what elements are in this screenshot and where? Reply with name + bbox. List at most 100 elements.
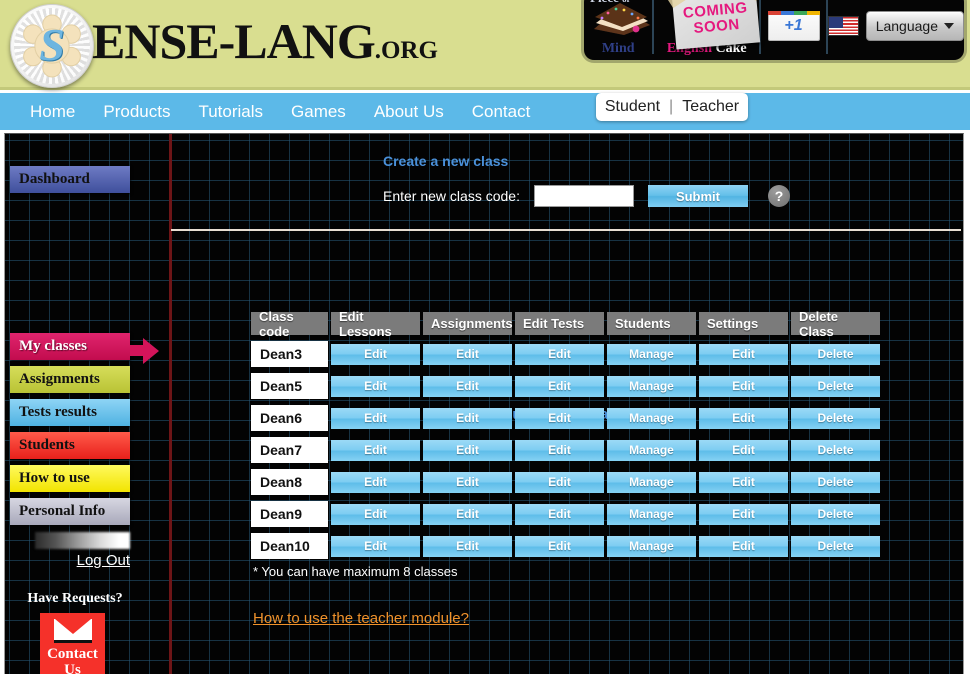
table-row: Dean9EditEditEditManageEditDelete xyxy=(251,501,880,527)
piece-of-mind-item[interactable]: Piece of Mind xyxy=(584,0,652,60)
button-settings[interactable]: Edit xyxy=(699,504,788,525)
button-edit-tests[interactable]: Edit xyxy=(515,344,604,365)
button-assignments[interactable]: Edit xyxy=(423,440,512,461)
language-button[interactable]: Language xyxy=(866,11,964,41)
sidebar-item-personal-info[interactable]: Personal Info xyxy=(10,498,130,525)
us-flag-icon xyxy=(828,16,859,36)
plusone-stripe-icon xyxy=(768,11,820,15)
site-logo[interactable]: S ENSE-LANG.ORG xyxy=(8,2,438,90)
table-row: Dean3EditEditEditManageEditDelete xyxy=(251,341,880,367)
button-edit-lessons[interactable]: Edit xyxy=(331,376,420,397)
sidebar: Dashboard My classes Assignments Tests r… xyxy=(5,134,169,674)
promo-panel: Piece of Mind Piece COMING SOON English … xyxy=(584,0,964,60)
nav-item-products[interactable]: Products xyxy=(89,93,184,130)
button-assignments[interactable]: Edit xyxy=(423,536,512,557)
button-edit-lessons[interactable]: Edit xyxy=(331,440,420,461)
button-edit-tests[interactable]: Edit xyxy=(515,472,604,493)
button-edit-tests[interactable]: Edit xyxy=(515,376,604,397)
button-edit-lessons[interactable]: Edit xyxy=(331,344,420,365)
button-settings[interactable]: Edit xyxy=(699,408,788,429)
class-code-input[interactable] xyxy=(534,185,634,207)
sidebar-item-students[interactable]: Students xyxy=(10,432,130,459)
button-settings[interactable]: Edit xyxy=(699,440,788,461)
button-students[interactable]: Manage xyxy=(607,472,696,493)
button-edit-tests[interactable]: Edit xyxy=(515,504,604,525)
button-students[interactable]: Manage xyxy=(607,440,696,461)
button-students[interactable]: Manage xyxy=(607,504,696,525)
sidebar-item-how-to-use[interactable]: How to use xyxy=(10,465,130,492)
button-edit-lessons[interactable]: Edit xyxy=(331,536,420,557)
teacher-module-help-link[interactable]: How to use the teacher module? xyxy=(253,610,469,627)
button-assignments[interactable]: Edit xyxy=(423,504,512,525)
main-panel: Create a new class Enter new class code:… xyxy=(171,134,964,674)
max-classes-note: * You can have maximum 8 classes xyxy=(253,564,458,579)
nav-item-contact[interactable]: Contact xyxy=(458,93,545,130)
button-assignments[interactable]: Edit xyxy=(423,472,512,493)
button-students[interactable]: Manage xyxy=(607,376,696,397)
table-row: Dean5EditEditEditManageEditDelete xyxy=(251,373,880,399)
toggle-teacher[interactable]: Teacher xyxy=(682,98,739,116)
cell-class-code: Dean7 xyxy=(251,437,328,463)
student-teacher-toggle[interactable]: Student | Teacher xyxy=(596,93,748,121)
button-settings[interactable]: Edit xyxy=(699,344,788,365)
cell-class-code: Dean8 xyxy=(251,469,328,495)
sidebar-item-assignments[interactable]: Assignments xyxy=(10,366,130,393)
nav-item-home[interactable]: Home xyxy=(16,93,89,130)
nav-item-tutorials[interactable]: Tutorials xyxy=(184,93,277,130)
envelope-icon xyxy=(54,619,92,643)
have-requests-label: Have Requests? xyxy=(10,591,140,607)
button-delete-class[interactable]: Delete xyxy=(791,408,880,429)
cake-slice-icon xyxy=(590,3,654,37)
button-edit-tests[interactable]: Edit xyxy=(515,440,604,461)
button-settings[interactable]: Edit xyxy=(699,472,788,493)
help-icon[interactable]: ? xyxy=(768,185,790,207)
button-delete-class[interactable]: Delete xyxy=(791,536,880,557)
logout-link[interactable]: Log Out xyxy=(10,552,130,569)
cell-class-code: Dean5 xyxy=(251,373,328,399)
english-cake-item[interactable]: Piece COMING SOON English Cake xyxy=(654,0,759,60)
button-edit-lessons[interactable]: Edit xyxy=(331,408,420,429)
chevron-down-icon xyxy=(944,23,954,29)
cell-class-code: Dean6 xyxy=(251,405,328,431)
button-students[interactable]: Manage xyxy=(607,344,696,365)
sidebar-label-personal-info: Personal Info xyxy=(19,503,105,520)
button-students[interactable]: Manage xyxy=(607,408,696,429)
sidebar-item-my-classes[interactable]: My classes xyxy=(10,333,130,360)
button-students[interactable]: Manage xyxy=(607,536,696,557)
button-assignments[interactable]: Edit xyxy=(423,408,512,429)
button-edit-tests[interactable]: Edit xyxy=(515,536,604,557)
button-delete-class[interactable]: Delete xyxy=(791,504,880,525)
create-class-heading: Create a new class xyxy=(383,153,508,169)
nav-item-games[interactable]: Games xyxy=(277,93,360,130)
button-edit-lessons[interactable]: Edit xyxy=(331,472,420,493)
th-assignments: Assignments xyxy=(423,312,512,335)
table-row: Dean6EditEditEditManageEditDelete xyxy=(251,405,880,431)
button-edit-tests[interactable]: Edit xyxy=(515,408,604,429)
sidebar-label-assignments: Assignments xyxy=(19,371,100,388)
button-delete-class[interactable]: Delete xyxy=(791,440,880,461)
contact-us-button[interactable]: ContactUs xyxy=(40,613,105,674)
button-assignments[interactable]: Edit xyxy=(423,376,512,397)
toggle-separator: | xyxy=(669,98,673,116)
cell-class-code: Dean3 xyxy=(251,341,328,367)
toggle-student[interactable]: Student xyxy=(605,98,660,116)
sidebar-item-tests-results[interactable]: Tests results xyxy=(10,399,130,426)
button-delete-class[interactable]: Delete xyxy=(791,344,880,365)
th-class-code: Class code xyxy=(251,312,328,335)
button-assignments[interactable]: Edit xyxy=(423,344,512,365)
button-settings[interactable]: Edit xyxy=(699,536,788,557)
redacted-username xyxy=(35,532,130,549)
table-row: Dean7EditEditEditManageEditDelete xyxy=(251,437,880,463)
button-delete-class[interactable]: Delete xyxy=(791,376,880,397)
plusone-button[interactable]: +1 xyxy=(768,11,820,41)
sidebar-item-dashboard[interactable]: Dashboard xyxy=(10,166,130,193)
button-delete-class[interactable]: Delete xyxy=(791,472,880,493)
table-row: Dean10EditEditEditManageEditDelete xyxy=(251,533,880,559)
cell-class-code: Dean10 xyxy=(251,533,328,559)
submit-button[interactable]: Submit xyxy=(648,185,748,207)
button-settings[interactable]: Edit xyxy=(699,376,788,397)
table-header-row: Class code Edit Lessons Assignments Edit… xyxy=(251,312,880,335)
coming-soon-sticker: COMING SOON xyxy=(672,0,760,50)
nav-item-about-us[interactable]: About Us xyxy=(360,93,458,130)
button-edit-lessons[interactable]: Edit xyxy=(331,504,420,525)
